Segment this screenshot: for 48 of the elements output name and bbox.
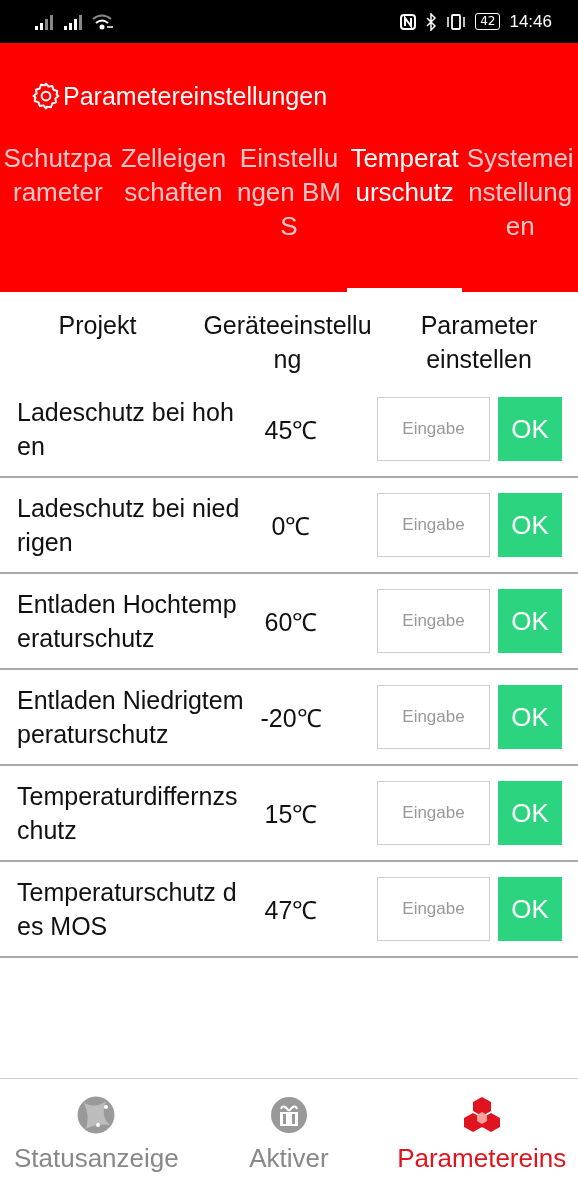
cubes-icon: [461, 1095, 502, 1135]
ok-button[interactable]: OK: [498, 397, 562, 461]
gift-icon: [269, 1095, 309, 1135]
page-title: Parametereinstellungen: [63, 81, 328, 111]
table-cell-text: Entladen Niedrigtemperaturschutz: [17, 685, 245, 750]
tab[interactable]: Systemeinstellungen: [462, 137, 578, 292]
input-field[interactable]: Eingabe: [377, 685, 490, 749]
table-cell-text: Temperaturschutz des MOS: [17, 877, 238, 942]
signal-icon: [34, 13, 54, 30]
globe-icon: [76, 1095, 117, 1135]
ok-button[interactable]: OK: [498, 685, 562, 749]
input-field[interactable]: Eingabe: [377, 493, 490, 557]
table-cell-text: 47℃: [263, 895, 319, 926]
nav-item[interactable]: Aktiver: [192, 1079, 386, 1200]
ok-button[interactable]: OK: [498, 493, 562, 557]
table-cell-text: 0℃: [270, 511, 312, 542]
vibrate-icon: [446, 13, 467, 30]
table-cell-text: 45℃: [263, 415, 319, 446]
nav-item[interactable]: Statusanzeige: [0, 1079, 193, 1200]
table-cell-text: Entladen Hochtemperaturschutz: [17, 589, 238, 654]
table-cell-text: 60℃: [263, 607, 319, 638]
tab[interactable]: Schutzparameter: [0, 137, 116, 292]
column-header: Parameter einstellen: [419, 310, 539, 375]
clock-time: 14:46: [509, 11, 552, 32]
table-cell-text: Ladeschutz bei niedrigen: [17, 493, 241, 558]
ok-button[interactable]: OK: [498, 781, 562, 845]
settings-icon: [31, 81, 61, 111]
bluetooth-icon: [425, 12, 438, 31]
input-field[interactable]: Eingabe: [377, 397, 490, 461]
input-field[interactable]: Eingabe: [377, 781, 490, 845]
table-cell-text: -20℃: [259, 703, 323, 734]
table-cell-text: Temperaturdiffernzschutz: [17, 781, 239, 846]
signal-icon: [63, 13, 83, 30]
column-header: Geräteeinstellung: [202, 310, 373, 375]
table-cell-text: Ladeschutz bei hohen: [17, 397, 235, 462]
tab[interactable]: Temperaturschutz: [346, 137, 463, 292]
ok-button[interactable]: OK: [498, 877, 562, 941]
tab[interactable]: Zelleigenschaften: [115, 137, 232, 292]
input-field[interactable]: Eingabe: [377, 589, 490, 653]
input-field[interactable]: Eingabe: [377, 877, 490, 941]
battery-icon: 42: [475, 13, 501, 30]
table-cell-text: 15℃: [263, 799, 319, 830]
wifi-icon: [92, 13, 114, 30]
nfc-icon: [400, 13, 417, 30]
nav-item[interactable]: Parametereins: [385, 1079, 578, 1200]
tab[interactable]: Einstellungen BMS: [231, 137, 347, 292]
ok-button[interactable]: OK: [498, 589, 562, 653]
column-header: Projekt: [57, 310, 138, 341]
